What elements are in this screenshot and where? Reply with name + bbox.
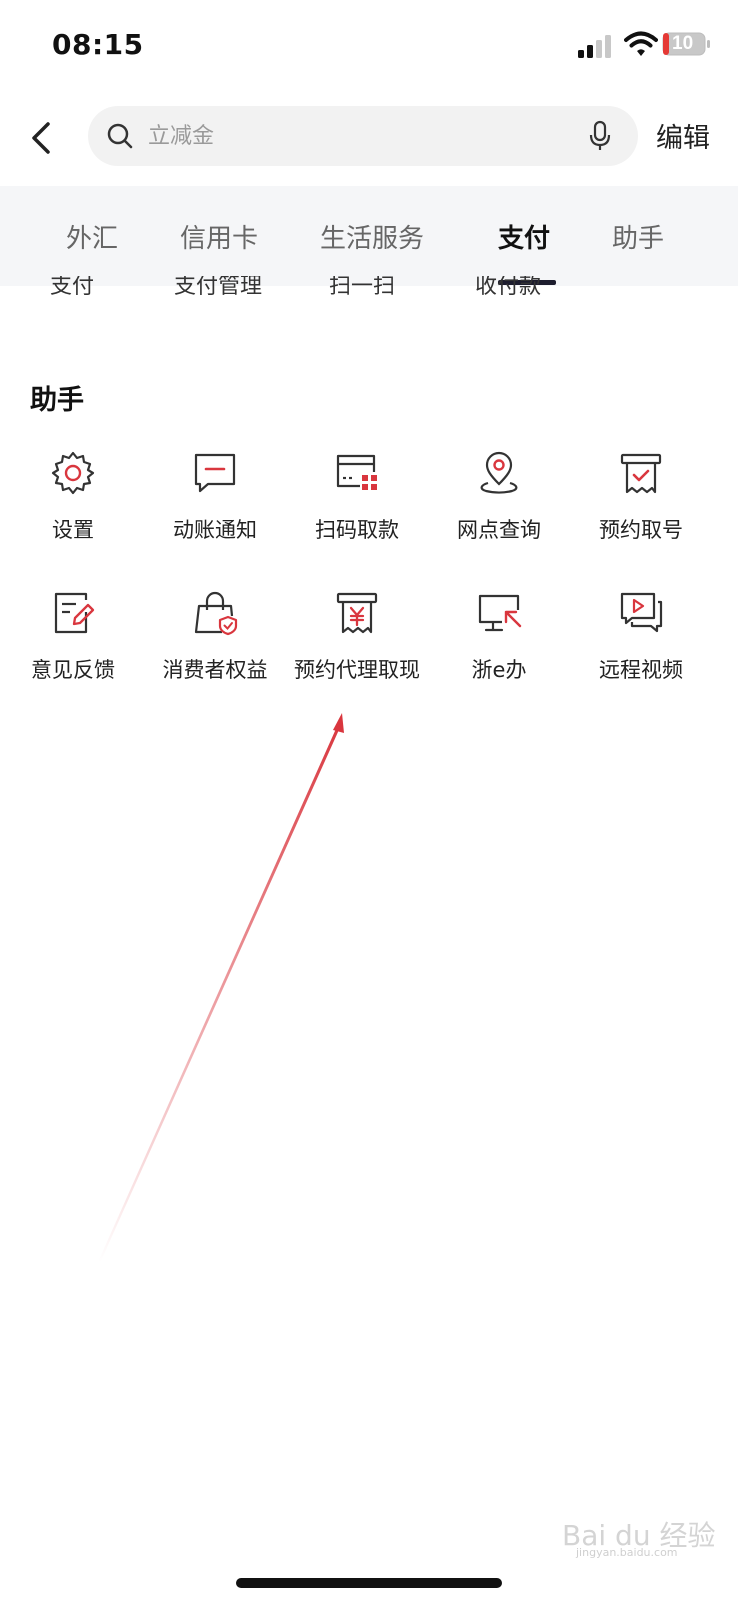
location-pin-icon [480, 451, 518, 494]
item-settings[interactable]: 设置 [0, 450, 146, 570]
item-label: 远程视频 [599, 658, 683, 682]
tab-assistant[interactable]: 助手 [612, 218, 664, 255]
item-label: 动账通知 [173, 518, 257, 542]
message-icon [194, 453, 236, 493]
battery-level: 10 [672, 33, 694, 54]
baidu-watermark: Bai du 经验 jingyan.baidu.com [562, 1500, 722, 1560]
partial-item-pay[interactable]: 支付 [2, 276, 142, 300]
feedback-icon [54, 592, 95, 634]
item-branch-search[interactable]: 网点查询 [426, 450, 572, 570]
partial-item-receive-pay[interactable]: 收付款 [438, 276, 578, 300]
tab-credit-card[interactable]: 信用卡 [180, 218, 258, 255]
item-remote-video[interactable]: 远程视频 [568, 590, 714, 710]
tab-payment[interactable]: 支付 [498, 218, 550, 255]
item-label: 预约取号 [599, 518, 683, 542]
status-bar: 08:15 10 [0, 0, 738, 90]
home-indicator[interactable] [236, 1578, 502, 1588]
item-label: 网点查询 [457, 518, 541, 542]
tab-life-services[interactable]: 生活服务 [320, 218, 424, 255]
qr-card-icon [336, 454, 377, 490]
category-tabs: 外汇 信用卡 生活服务 支付 助手 [0, 186, 738, 286]
item-scan-withdraw[interactable]: 扫码取款 [284, 450, 430, 570]
item-label: 预约代理取现 [294, 658, 420, 682]
item-consumer-rights[interactable]: 消费者权益 [142, 590, 288, 710]
microphone-icon[interactable] [588, 120, 612, 152]
item-reserve-proxy-cash[interactable]: 预约代理取现 [284, 590, 430, 710]
item-reserve-number[interactable]: 预约取号 [568, 450, 714, 570]
item-label: 浙e办 [471, 658, 527, 682]
item-label: 设置 [52, 518, 94, 542]
ticket-icon [620, 453, 662, 494]
search-icon [107, 123, 133, 149]
shopping-bag-shield-icon [194, 591, 238, 636]
wifi-icon [624, 31, 658, 56]
cellular-signal-icon [578, 35, 611, 58]
item-transaction-notice[interactable]: 动账通知 [142, 450, 288, 570]
status-time: 08:15 [52, 28, 144, 61]
partial-item-pay-manage[interactable]: 支付管理 [148, 276, 288, 300]
item-label: 消费者权益 [162, 658, 268, 682]
watermark-url: jingyan.baidu.com [576, 1546, 678, 1559]
video-chat-icon [620, 592, 663, 633]
monitor-cursor-icon [478, 594, 522, 632]
section-title: 助手 [30, 385, 84, 416]
edit-button[interactable]: 编辑 [656, 116, 710, 155]
item-zhe-e-ban[interactable]: 浙e办 [426, 590, 572, 710]
cash-receipt-icon [336, 592, 378, 634]
tab-forex[interactable]: 外汇 [66, 218, 118, 255]
back-arrow-icon[interactable] [20, 114, 64, 162]
item-label: 扫码取款 [315, 518, 399, 542]
top-header: 编辑 [0, 100, 738, 176]
item-feedback[interactable]: 意见反馈 [0, 590, 146, 710]
partial-item-scan[interactable]: 扫一扫 [292, 276, 432, 300]
item-label: 意见反馈 [31, 658, 115, 682]
gear-icon [51, 451, 95, 495]
partial-row: 支付 支付管理 扫一扫 收付款 [0, 276, 738, 310]
search-input[interactable] [148, 114, 568, 158]
search-bar[interactable] [88, 106, 638, 166]
